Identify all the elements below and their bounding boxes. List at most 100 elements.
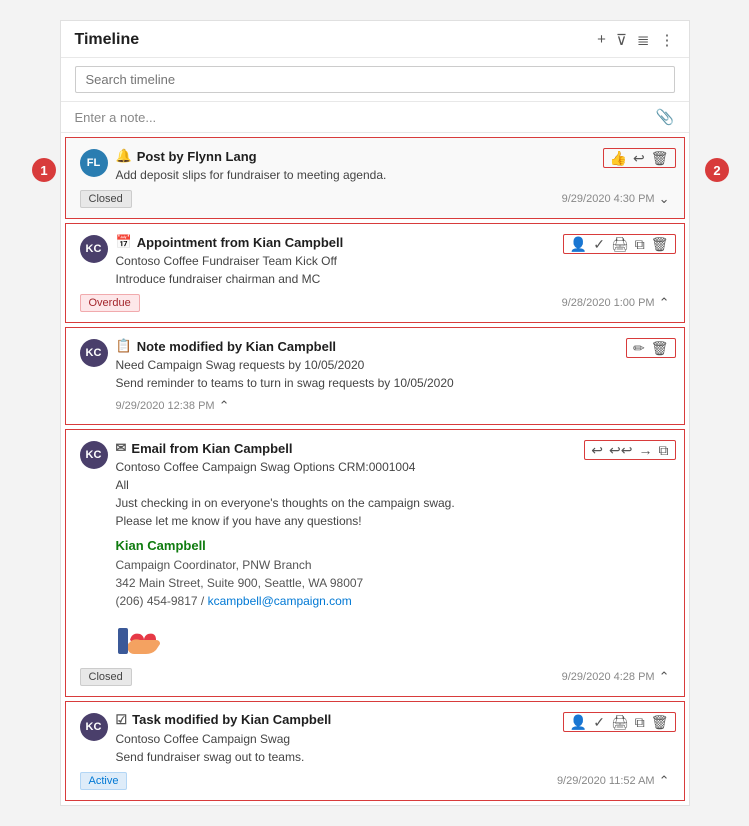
- post-reply-button[interactable]: ↩: [633, 151, 645, 165]
- annotation-2: 2: [705, 158, 729, 182]
- signature-title: Campaign Coordinator, PNW Branch: [116, 558, 312, 572]
- task-chevron[interactable]: ⌃: [659, 773, 670, 789]
- email-convert-button[interactable]: ⧉: [659, 443, 669, 457]
- appointment-assign-button[interactable]: 👤: [570, 237, 587, 251]
- filter-icon[interactable]: ⊽: [616, 31, 627, 49]
- email-type-icon: ✉: [116, 440, 127, 456]
- note-delete-button[interactable]: 🗑: [651, 341, 669, 355]
- note-timestamp: 9/29/2020 12:38 PM ⌃: [116, 398, 230, 414]
- note-item-body: Need Campaign Swag requests by 10/05/202…: [116, 356, 670, 392]
- post-closed-badge: Closed: [80, 190, 132, 208]
- email-item-content: ✉ Email from Kian Campbell Contoso Coffe…: [116, 440, 670, 662]
- appointment-item-body: Contoso Coffee Fundraiser Team Kick Off …: [116, 252, 670, 288]
- appointment-item: KC 📅 Appointment from Kian Campbell Cont…: [65, 223, 685, 323]
- add-icon[interactable]: +: [597, 31, 606, 49]
- avatar-kc-note: KC: [80, 339, 108, 367]
- task-item-body: Contoso Coffee Campaign Swag Send fundra…: [116, 730, 670, 766]
- post-chevron[interactable]: ⌄: [659, 191, 670, 207]
- note-item-header: KC 📋 Note modified by Kian Campbell Need…: [80, 338, 670, 392]
- appointment-overdue-badge: Overdue: [80, 294, 140, 312]
- appointment-type-icon: 📅: [116, 234, 132, 250]
- post-item-body: Add deposit slips for fundraiser to meet…: [116, 166, 670, 184]
- note-edit-button[interactable]: ✏: [633, 341, 645, 355]
- search-bar: [61, 58, 689, 102]
- note-bar: Enter a note... 📎: [61, 102, 689, 133]
- avatar-kc-task: KC: [80, 713, 108, 741]
- task-type-icon: ☑: [116, 712, 128, 728]
- email-reply-button[interactable]: ↩: [591, 443, 603, 457]
- email-title-text: Email from Kian Campbell: [131, 441, 292, 456]
- avatar-fl: FL: [80, 149, 108, 177]
- email-image: [116, 618, 670, 662]
- sort-icon[interactable]: ≣: [637, 31, 650, 49]
- task-item-footer: Active 9/29/2020 11:52 AM ⌃: [80, 772, 670, 790]
- email-item-body: Contoso Coffee Campaign Swag Options CRM…: [116, 458, 670, 662]
- post-item-content: 🔔 Post by Flynn Lang Add deposit slips f…: [116, 148, 670, 184]
- annotation-1: 1: [32, 158, 56, 182]
- email-item: KC ✉ Email from Kian Campbell Contoso Co…: [65, 429, 685, 697]
- avatar-kc-appointment: KC: [80, 235, 108, 263]
- email-closed-badge: Closed: [80, 668, 132, 686]
- post-type-icon: 🔔: [116, 148, 132, 164]
- post-item-title: 🔔 Post by Flynn Lang: [116, 148, 670, 164]
- task-active-badge: Active: [80, 772, 128, 790]
- post-title-text: Post by Flynn Lang: [137, 149, 257, 164]
- post-delete-button[interactable]: 🗑: [651, 151, 669, 165]
- paperclip-icon[interactable]: 📎: [656, 108, 675, 126]
- appointment-print-button[interactable]: 🖨: [611, 237, 629, 251]
- note-item-content: 📋 Note modified by Kian Campbell Need Ca…: [116, 338, 670, 392]
- avatar-kc-email: KC: [80, 441, 108, 469]
- post-item-header: FL 🔔 Post by Flynn Lang Add deposit slip…: [80, 148, 670, 184]
- appointment-complete-button[interactable]: ✓: [593, 237, 605, 251]
- post-item-footer: Closed 9/29/2020 4:30 PM ⌄: [80, 190, 670, 208]
- appointment-convert-button[interactable]: ⧉: [635, 237, 645, 251]
- task-delete-button[interactable]: 🗑: [651, 715, 669, 729]
- signature-email-link[interactable]: kcampbell@campaign.com: [208, 594, 352, 608]
- signature-phone: (206) 454-9817 /: [116, 594, 208, 608]
- note-item: KC 📋 Note modified by Kian Campbell Need…: [65, 327, 685, 425]
- appointment-item-footer: Overdue 9/28/2020 1:00 PM ⌃: [80, 294, 670, 312]
- email-forward-button[interactable]: →: [639, 443, 653, 457]
- task-convert-button[interactable]: ⧉: [635, 715, 645, 729]
- search-input[interactable]: [75, 66, 675, 93]
- email-timestamp: 9/29/2020 4:28 PM ⌃: [562, 669, 670, 685]
- email-chevron[interactable]: ⌃: [659, 669, 670, 685]
- outer-wrapper: 1 2 Timeline + ⊽ ≣ ⋮ Enter a note... 📎: [20, 20, 729, 806]
- post-timestamp: 9/29/2020 4:30 PM ⌄: [562, 191, 670, 207]
- task-timestamp: 9/29/2020 11:52 AM ⌃: [557, 773, 670, 789]
- email-replyall-button[interactable]: ↩↩: [609, 443, 632, 457]
- note-type-icon: 📋: [116, 338, 132, 354]
- post-action-buttons: 👍 ↩ 🗑: [603, 148, 676, 168]
- task-title-text: Task modified by Kian Campbell: [132, 712, 331, 727]
- signature-address: 342 Main Street, Suite 900, Seattle, WA …: [116, 576, 364, 590]
- panel-title: Timeline: [75, 31, 598, 49]
- note-item-title: 📋 Note modified by Kian Campbell: [116, 338, 670, 354]
- appointment-delete-button[interactable]: 🗑: [651, 237, 669, 251]
- timeline-items: FL 🔔 Post by Flynn Lang Add deposit slip…: [61, 133, 689, 805]
- task-print-button[interactable]: 🖨: [611, 715, 629, 729]
- appointment-title-text: Appointment from Kian Campbell: [137, 235, 344, 250]
- note-action-buttons: ✏ 🗑: [626, 338, 676, 358]
- post-item: FL 🔔 Post by Flynn Lang Add deposit slip…: [65, 137, 685, 219]
- note-chevron[interactable]: ⌃: [219, 398, 230, 414]
- header-icons: + ⊽ ≣ ⋮: [597, 31, 674, 49]
- email-item-header: KC ✉ Email from Kian Campbell Contoso Co…: [80, 440, 670, 662]
- task-complete-button[interactable]: ✓: [593, 715, 605, 729]
- post-thumbsup-button[interactable]: 👍: [610, 151, 627, 165]
- more-icon[interactable]: ⋮: [660, 31, 675, 49]
- task-action-buttons: 👤 ✓ 🖨 ⧉ 🗑: [563, 712, 676, 732]
- email-action-buttons: ↩ ↩↩ → ⧉: [584, 440, 675, 460]
- appointment-action-buttons: 👤 ✓ 🖨 ⧉ 🗑: [563, 234, 676, 254]
- note-placeholder-text: Enter a note...: [75, 110, 157, 125]
- task-item: KC ☑ Task modified by Kian Campbell Cont…: [65, 701, 685, 801]
- note-title-text: Note modified by Kian Campbell: [137, 339, 336, 354]
- timeline-panel: Timeline + ⊽ ≣ ⋮ Enter a note... 📎 FL: [60, 20, 690, 806]
- task-assign-button[interactable]: 👤: [570, 715, 587, 729]
- appointment-timestamp: 9/28/2020 1:00 PM ⌃: [562, 295, 670, 311]
- signature-name: Kian Campbell: [116, 538, 206, 553]
- appointment-chevron[interactable]: ⌃: [659, 295, 670, 311]
- email-item-footer: Closed 9/29/2020 4:28 PM ⌃: [80, 668, 670, 686]
- note-item-footer: 9/29/2020 12:38 PM ⌃: [80, 398, 670, 414]
- email-signature: Kian Campbell Campaign Coordinator, PNW …: [116, 536, 670, 610]
- hand-heart-icon: [116, 618, 172, 662]
